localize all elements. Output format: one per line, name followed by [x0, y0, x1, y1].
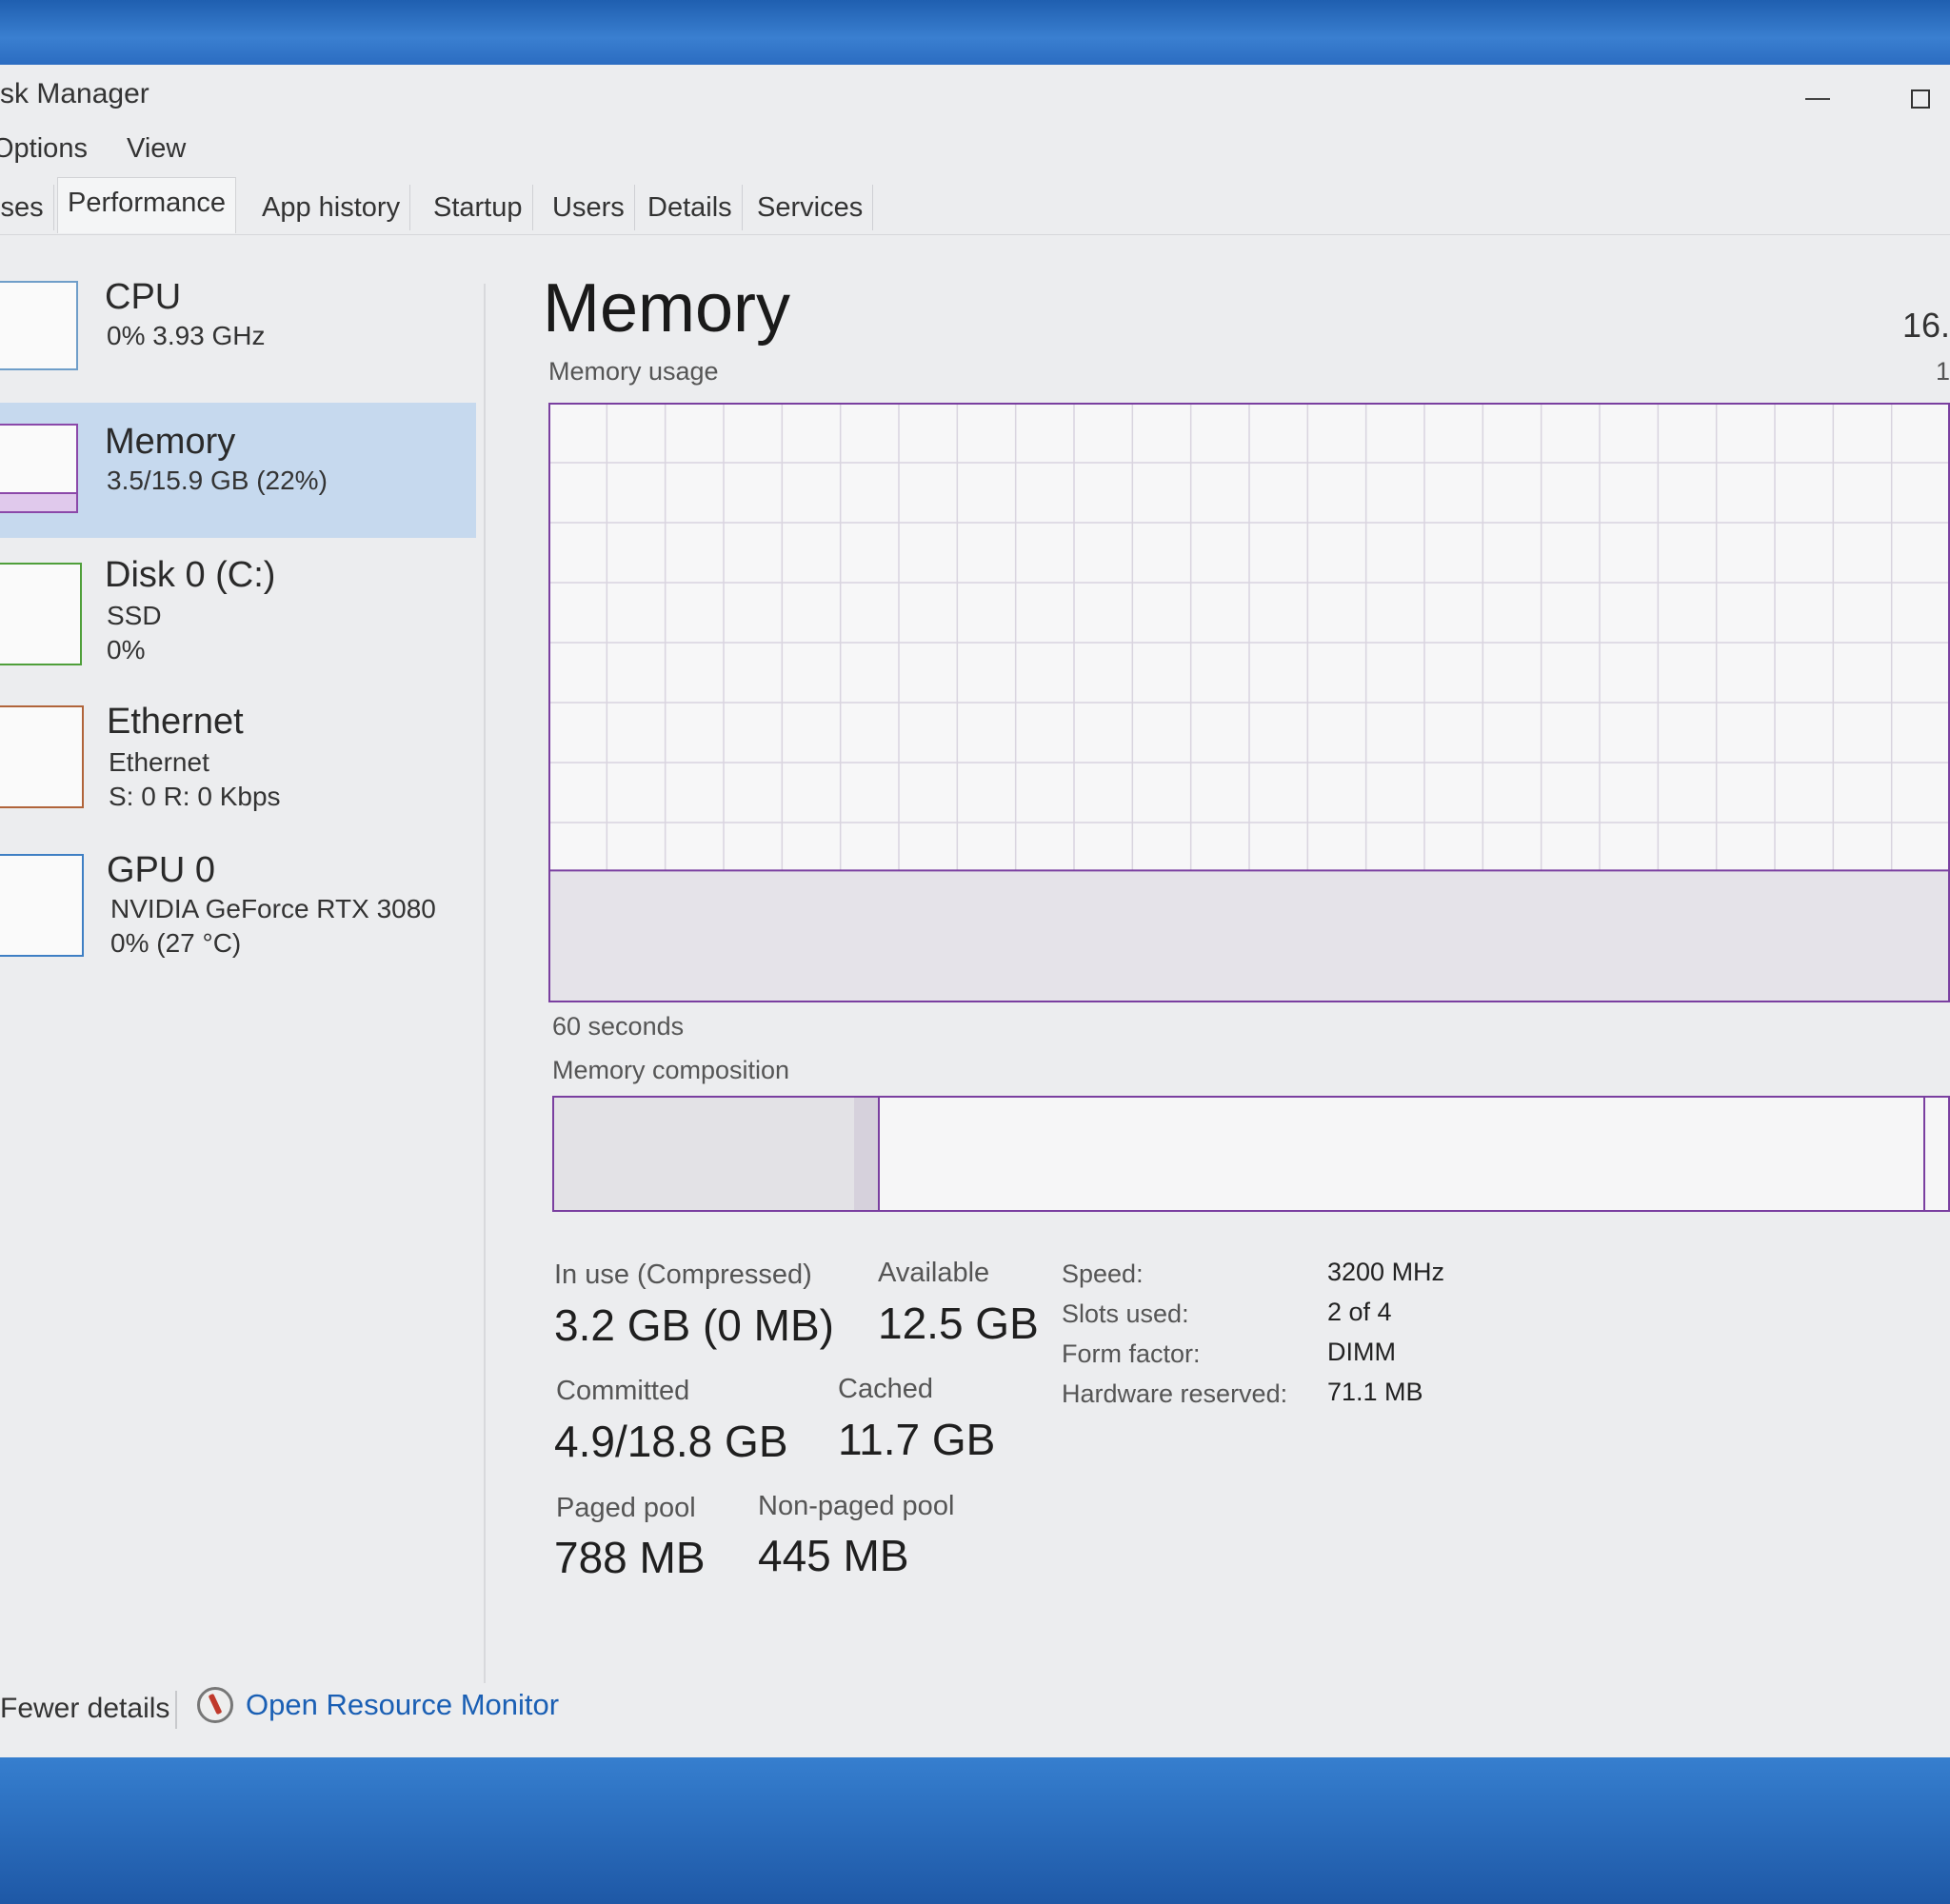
speed-label: Speed:	[1062, 1259, 1144, 1288]
cached-label: Cached	[838, 1374, 933, 1404]
disk-mini-graph	[0, 563, 82, 665]
sidebar-item-title: Ethernet	[107, 702, 244, 742]
committed-label: Committed	[556, 1376, 690, 1406]
window-title: sk Manager	[0, 78, 149, 109]
sidebar-item-memory[interactable]: Memory 3.5/15.9 GB (22%)	[0, 403, 476, 538]
ethernet-mini-graph	[0, 705, 84, 808]
available-label: Available	[878, 1258, 990, 1288]
hardware-reserved-value: 71.1 MB	[1327, 1378, 1423, 1406]
memory-usage-graph	[548, 403, 1950, 1002]
sidebar-item-detail-2: 0%	[107, 635, 146, 664]
page-title: Memory	[543, 270, 791, 347]
sidebar-item-detail: Ethernet	[109, 747, 209, 777]
speed-value: 3200 MHz	[1327, 1258, 1445, 1286]
time-span-label: 60 seconds	[552, 1012, 685, 1041]
memory-panel: Memory 16. Memory usage 1 60 seconds Mem…	[533, 269, 1950, 1697]
composition-modified	[853, 1098, 880, 1210]
title-bar: sk Manager	[0, 65, 1950, 122]
tab-performance[interactable]: Performance	[57, 177, 237, 233]
sidebar-item-title: Memory	[105, 422, 236, 462]
footer-separator	[175, 1691, 177, 1729]
cached-value: 11.7 GB	[838, 1415, 996, 1464]
memory-usage-max: 1	[1935, 357, 1950, 386]
resource-sidebar: CPU 0% 3.93 GHz Memory 3.5/15.9 GB (22%)…	[0, 269, 486, 1669]
minimize-icon[interactable]	[1805, 98, 1830, 100]
paged-pool-label: Paged pool	[556, 1493, 696, 1523]
sidebar-item-gpu[interactable]: GPU 0 NVIDIA GeForce RTX 3080 0% (27 °C)	[0, 850, 476, 993]
sidebar-item-detail: 0% 3.93 GHz	[107, 321, 266, 350]
sidebar-item-title: GPU 0	[107, 850, 216, 890]
form-factor-label: Form factor:	[1062, 1339, 1201, 1368]
slots-used-value: 2 of 4	[1327, 1298, 1392, 1326]
sidebar-item-cpu[interactable]: CPU 0% 3.93 GHz	[0, 269, 476, 403]
open-resource-monitor-link[interactable]: Open Resource Monitor	[246, 1688, 559, 1722]
sidebar-item-title: CPU	[105, 277, 182, 317]
sidebar-item-detail-2: S: 0 R: 0 Kbps	[109, 782, 281, 811]
in-use-value: 3.2 GB (0 MB)	[554, 1300, 834, 1350]
sidebar-item-detail: NVIDIA GeForce RTX 3080	[110, 894, 436, 923]
composition-in-use	[554, 1098, 856, 1210]
sidebar-item-disk[interactable]: Disk 0 (C:) SSD 0%	[0, 545, 476, 688]
tab-users[interactable]: Users	[543, 185, 635, 230]
memory-composition-label: Memory composition	[552, 1056, 790, 1084]
tab-services[interactable]: Services	[747, 185, 874, 230]
usage-area	[550, 870, 1948, 1001]
sidebar-item-title: Disk 0 (C:)	[105, 555, 276, 595]
hardware-reserved-label: Hardware reserved:	[1062, 1379, 1288, 1408]
tab-startup[interactable]: Startup	[424, 185, 533, 230]
memory-mini-graph	[0, 424, 78, 513]
tab-app-history[interactable]: App history	[252, 185, 411, 230]
memory-mini-fill	[0, 492, 76, 511]
sidebar-item-detail-2: 0% (27 °C)	[110, 928, 242, 958]
footer-bar: Fewer details Open Resource Monitor	[0, 1674, 1950, 1740]
cpu-mini-graph	[0, 281, 78, 370]
available-value: 12.5 GB	[878, 1299, 1039, 1348]
non-paged-pool-value: 445 MB	[758, 1531, 909, 1580]
menu-view[interactable]: View	[127, 133, 186, 165]
maximize-icon[interactable]	[1911, 89, 1930, 109]
tab-bar: sses Performance App history Startup Use…	[0, 177, 1950, 235]
tab-details[interactable]: Details	[638, 185, 743, 230]
gpu-mini-graph	[0, 854, 84, 957]
in-use-label: In use (Compressed)	[554, 1259, 812, 1290]
slots-used-label: Slots used:	[1062, 1299, 1189, 1328]
sidebar-item-detail: SSD	[107, 601, 162, 630]
memory-composition-bar	[552, 1096, 1950, 1212]
form-factor-value: DIMM	[1327, 1338, 1396, 1366]
sidebar-item-ethernet[interactable]: Ethernet Ethernet S: 0 R: 0 Kbps	[0, 698, 476, 841]
tab-processes[interactable]: sses	[0, 185, 54, 230]
sidebar-item-detail: 3.5/15.9 GB (22%)	[107, 466, 328, 495]
composition-standby-end	[1922, 1098, 1925, 1210]
menu-options[interactable]: Options	[0, 133, 88, 165]
memory-usage-label: Memory usage	[548, 357, 719, 386]
paged-pool-value: 788 MB	[554, 1533, 706, 1582]
task-manager-window: sk Manager Options View sses Performance…	[0, 65, 1950, 1757]
fewer-details-button[interactable]: Fewer details	[0, 1693, 169, 1725]
resource-monitor-icon[interactable]	[197, 1687, 233, 1723]
non-paged-pool-label: Non-paged pool	[758, 1491, 955, 1521]
memory-total: 16.	[1901, 306, 1950, 345]
committed-value: 4.9/18.8 GB	[554, 1417, 788, 1466]
